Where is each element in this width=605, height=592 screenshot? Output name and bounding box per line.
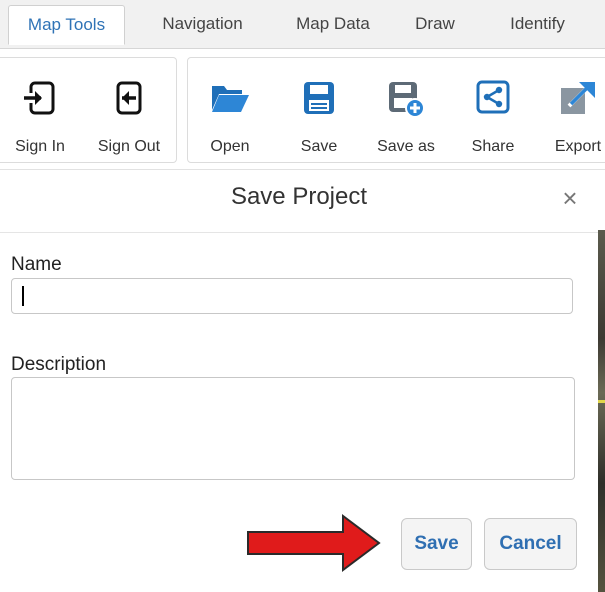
ribbon-toolbar: Sign In Sign Out Open Save Save as Share… [0, 49, 605, 170]
open-button[interactable]: Open [188, 58, 272, 162]
save-ribbon-label: Save [300, 138, 338, 155]
sign-out-button[interactable]: Sign Out [86, 58, 172, 162]
save-as-button[interactable]: Save as [364, 58, 448, 162]
open-label: Open [210, 138, 250, 155]
share-label: Share [471, 138, 515, 155]
folder-open-icon [210, 80, 250, 119]
close-icon[interactable]: × [556, 184, 584, 212]
export-button[interactable]: Export [538, 58, 605, 162]
tab-draw[interactable]: Draw [405, 5, 465, 43]
save-button[interactable]: Save [401, 518, 472, 570]
dialog-header: Save Project × [0, 170, 598, 233]
map-road [598, 400, 605, 403]
save-as-icon [387, 80, 425, 123]
description-label: Description [11, 354, 107, 375]
sign-in-button[interactable]: Sign In [0, 58, 80, 162]
tab-map-data[interactable]: Map Data [280, 5, 386, 43]
sign-in-icon [23, 80, 57, 121]
save-as-label: Save as [377, 138, 435, 155]
project-group: Open Save Save as Share Export [187, 57, 605, 163]
export-label: Export [554, 138, 602, 155]
sign-out-icon [112, 80, 146, 121]
share-button[interactable]: Share [453, 58, 533, 162]
map-view-edge[interactable] [598, 230, 605, 592]
account-group: Sign In Sign Out [0, 57, 177, 163]
name-input[interactable] [11, 278, 573, 314]
export-icon [559, 80, 597, 121]
tab-map-tools[interactable]: Map Tools [8, 5, 125, 45]
tab-identify[interactable]: Identify [490, 5, 585, 43]
share-icon [476, 80, 510, 119]
sign-in-label: Sign In [15, 138, 65, 155]
sign-out-label: Sign Out [97, 138, 161, 155]
name-label: Name [11, 254, 62, 275]
tab-navigation[interactable]: Navigation [145, 5, 260, 43]
red-arrow-annotation [247, 514, 381, 572]
description-textarea[interactable] [11, 377, 575, 480]
dialog-title: Save Project [230, 183, 368, 210]
floppy-disk-icon [302, 80, 336, 121]
ribbon-tab-bar: Map Tools Navigation Map Data Draw Ident… [0, 0, 605, 49]
cancel-button[interactable]: Cancel [484, 518, 577, 570]
text-caret [22, 286, 24, 306]
save-ribbon-button[interactable]: Save [277, 58, 361, 162]
